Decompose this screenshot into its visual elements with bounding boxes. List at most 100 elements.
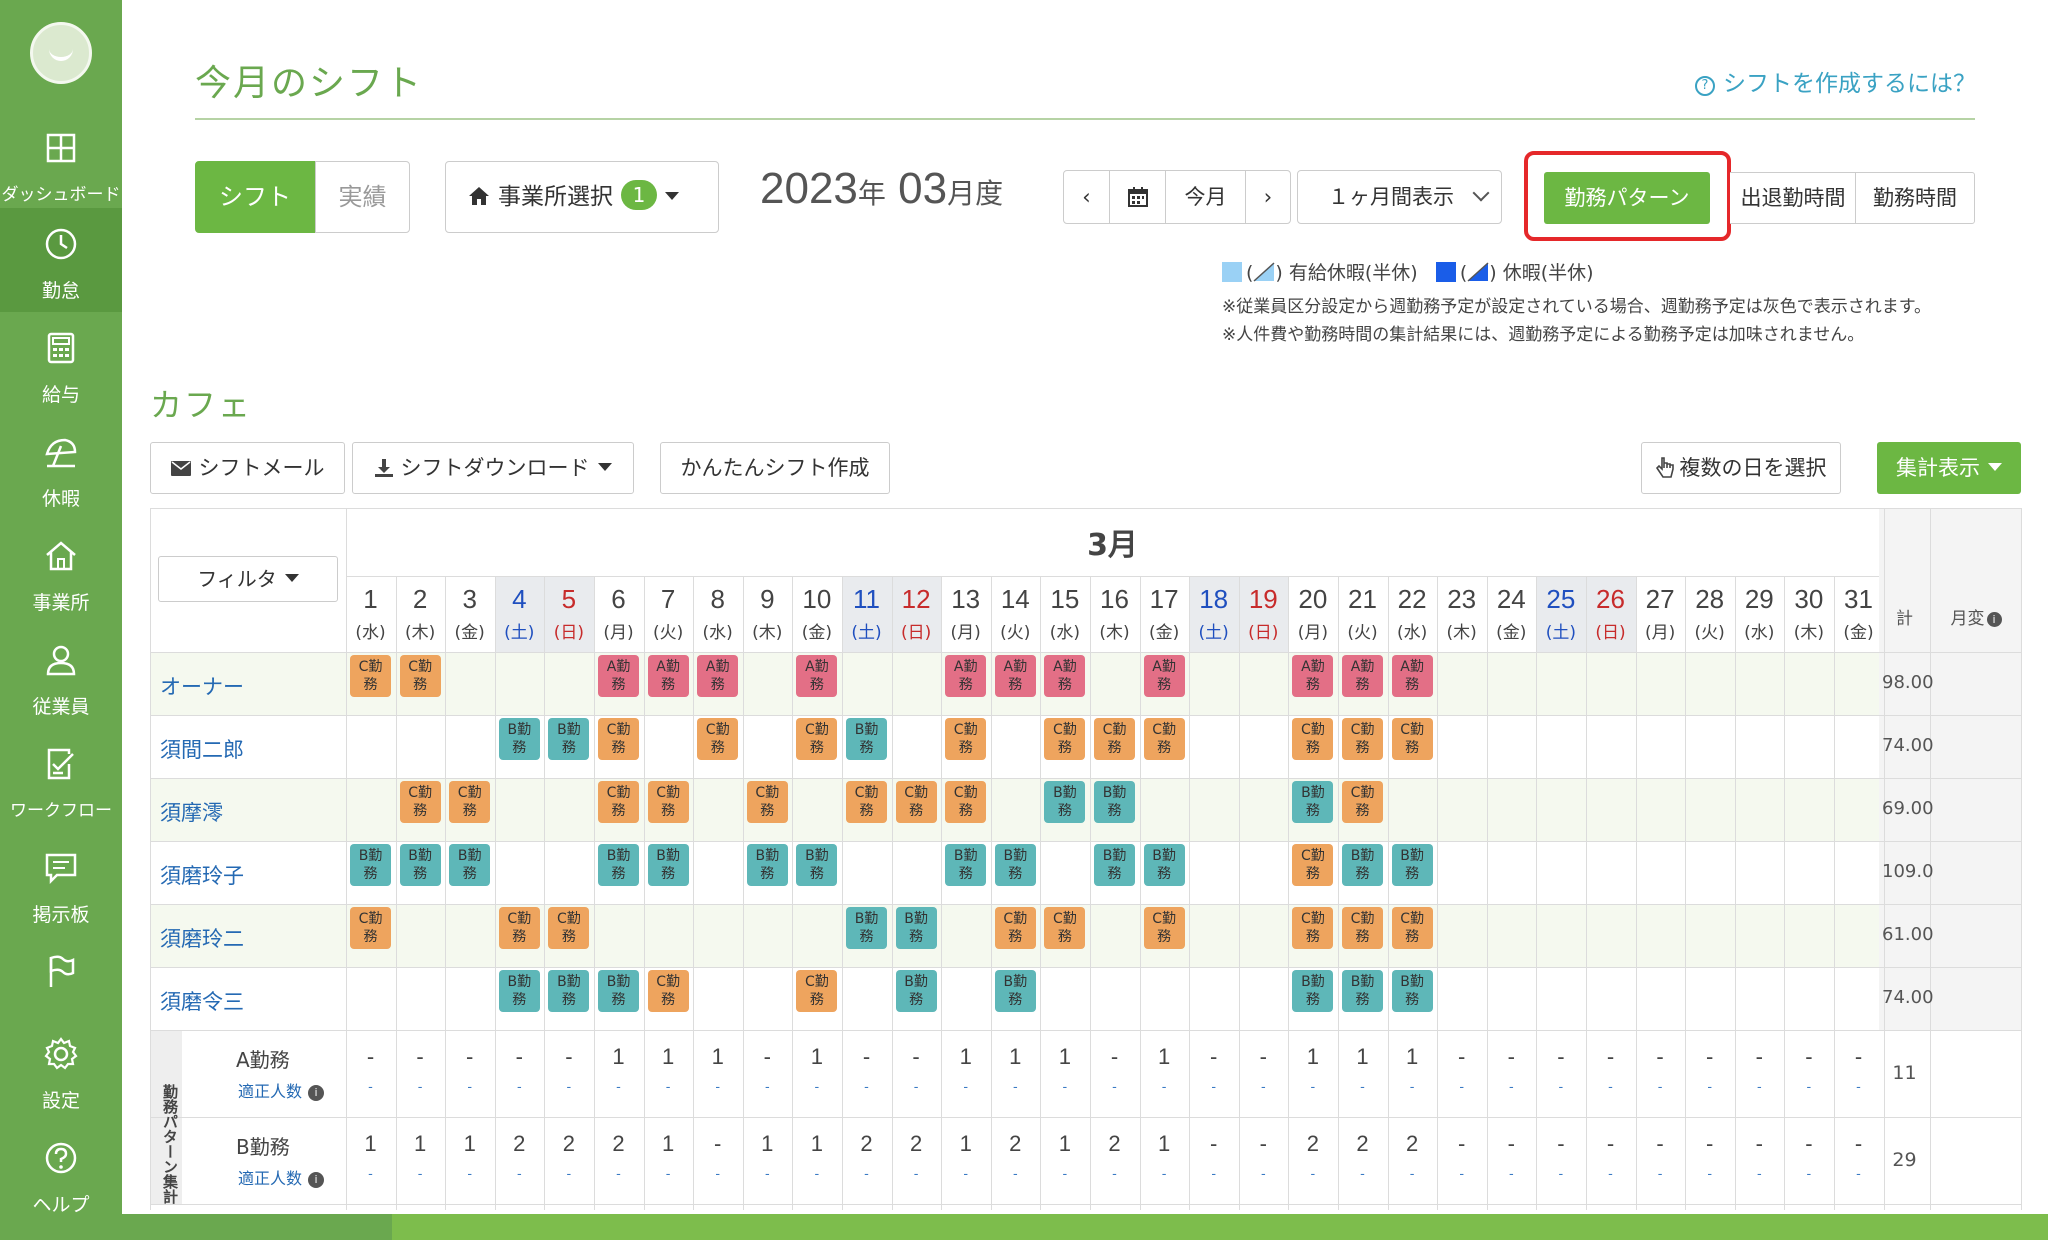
sidebar-item-chat[interactable]: 掲示板 bbox=[0, 832, 122, 936]
shift-badge-c[interactable]: C勤務 bbox=[796, 718, 838, 760]
sidebar-item-home[interactable]: 事業所 bbox=[0, 520, 122, 624]
calendar-button[interactable] bbox=[1110, 171, 1166, 223]
sidebar-item-gear[interactable]: 設定 bbox=[0, 1018, 122, 1122]
select-multiple-days-button[interactable]: 複数の日を選択 bbox=[1641, 442, 1841, 494]
shift-badge-c[interactable]: C勤務 bbox=[945, 718, 987, 760]
shift-badge-a[interactable]: A勤務 bbox=[647, 655, 689, 697]
shift-badge-b[interactable]: B勤務 bbox=[945, 844, 987, 886]
shift-badge-b[interactable]: B勤務 bbox=[548, 970, 590, 1012]
shift-badge-a[interactable]: A勤務 bbox=[1044, 655, 1086, 697]
office-select-dropdown[interactable]: 事業所選択 1 bbox=[445, 161, 719, 233]
shift-badge-b[interactable]: B勤務 bbox=[350, 844, 391, 886]
shift-badge-b[interactable]: B勤務 bbox=[1292, 970, 1334, 1012]
shift-badge-c[interactable]: C勤務 bbox=[1342, 907, 1383, 949]
shift-badge-a[interactable]: A勤務 bbox=[598, 655, 639, 697]
shift-badge-c[interactable]: C勤務 bbox=[350, 655, 391, 697]
shift-badge-c[interactable]: C勤務 bbox=[350, 907, 391, 949]
shift-badge-c[interactable]: C勤務 bbox=[598, 718, 639, 760]
shift-badge-a[interactable]: A勤務 bbox=[1342, 655, 1383, 697]
shift-badge-b[interactable]: B勤務 bbox=[399, 844, 441, 886]
info-icon[interactable]: i bbox=[308, 1172, 325, 1188]
shift-badge-c[interactable]: C勤務 bbox=[796, 970, 838, 1012]
shift-badge-c[interactable]: C勤務 bbox=[598, 781, 639, 823]
shift-badge-c[interactable]: C勤務 bbox=[399, 655, 441, 697]
shift-badge-c[interactable]: C勤務 bbox=[1143, 718, 1185, 760]
shift-badge-b[interactable]: B勤務 bbox=[746, 844, 788, 886]
sidebar-item-help[interactable]: ヘルプ bbox=[0, 1122, 122, 1226]
scrollbar-thumb[interactable] bbox=[122, 1214, 392, 1240]
filter-dropdown[interactable]: フィルタ bbox=[158, 556, 338, 602]
shift-badge-b[interactable]: B勤務 bbox=[498, 970, 540, 1012]
shift-badge-b[interactable]: B勤務 bbox=[994, 844, 1036, 886]
appropriate-staff-link[interactable]: 適正人数 i bbox=[238, 1165, 325, 1189]
shift-badge-b[interactable]: B勤務 bbox=[1094, 781, 1135, 823]
shift-badge-b[interactable]: B勤務 bbox=[1391, 970, 1433, 1012]
shift-badge-b[interactable]: B勤務 bbox=[1391, 844, 1433, 886]
clock-in-out-button[interactable]: 出退勤時間 bbox=[1730, 172, 1856, 224]
work-hours-button[interactable]: 勤務時間 bbox=[1855, 172, 1975, 224]
shift-badge-c[interactable]: C勤務 bbox=[846, 781, 887, 823]
employee-name-link[interactable]: 須磨令三 bbox=[160, 986, 244, 1016]
shift-badge-b[interactable]: B勤務 bbox=[994, 970, 1036, 1012]
shift-badge-c[interactable]: C勤務 bbox=[449, 781, 491, 823]
employee-name-link[interactable]: オーナー bbox=[160, 671, 244, 701]
shift-badge-b[interactable]: B勤務 bbox=[647, 844, 689, 886]
tab-actual[interactable]: 実績 bbox=[315, 161, 410, 233]
prev-month-button[interactable]: ‹ bbox=[1064, 171, 1110, 223]
shift-badge-c[interactable]: C勤務 bbox=[548, 907, 590, 949]
shift-badge-c[interactable]: C勤務 bbox=[1342, 718, 1383, 760]
period-select[interactable]: １ヶ月間表示 bbox=[1297, 170, 1502, 224]
shift-badge-b[interactable]: B勤務 bbox=[548, 718, 590, 760]
shift-download-button[interactable]: シフトダウンロード bbox=[352, 442, 634, 494]
shift-badge-b[interactable]: B勤務 bbox=[1044, 781, 1086, 823]
shift-badge-c[interactable]: C勤務 bbox=[399, 781, 441, 823]
shift-badge-c[interactable]: C勤務 bbox=[1094, 718, 1135, 760]
easy-shift-button[interactable]: かんたんシフト作成 bbox=[660, 442, 890, 494]
employee-name-link[interactable]: 須磨玲子 bbox=[160, 860, 244, 890]
sidebar-item-checklist[interactable]: ワークフロー bbox=[0, 728, 122, 832]
sidebar-item-dashboard[interactable]: ダッシュボード bbox=[0, 112, 122, 216]
shift-badge-c[interactable]: C勤務 bbox=[1391, 907, 1433, 949]
help-link[interactable]: ? シフトを作成するには？ bbox=[1695, 64, 1976, 98]
shift-badge-c[interactable]: C勤務 bbox=[1292, 907, 1334, 949]
sidebar-item-umbrella[interactable]: 休暇 bbox=[0, 416, 122, 520]
shift-badge-b[interactable]: B勤務 bbox=[598, 970, 639, 1012]
shift-badge-c[interactable]: C勤務 bbox=[895, 781, 937, 823]
shift-badge-b[interactable]: B勤務 bbox=[1143, 844, 1185, 886]
shift-badge-a[interactable]: A勤務 bbox=[1292, 655, 1334, 697]
shift-badge-a[interactable]: A勤務 bbox=[1143, 655, 1185, 697]
sidebar-item-calculator[interactable]: 給与 bbox=[0, 312, 122, 416]
employee-name-link[interactable]: 須摩澪 bbox=[160, 797, 223, 827]
shift-badge-a[interactable]: A勤務 bbox=[796, 655, 838, 697]
shift-badge-b[interactable]: B勤務 bbox=[895, 970, 937, 1012]
shift-badge-b[interactable]: B勤務 bbox=[1292, 781, 1334, 823]
shift-mail-button[interactable]: シフトメール bbox=[150, 442, 345, 494]
shift-badge-b[interactable]: B勤務 bbox=[1342, 844, 1383, 886]
shift-badge-c[interactable]: C勤務 bbox=[697, 718, 739, 760]
shift-badge-b[interactable]: B勤務 bbox=[846, 907, 887, 949]
shift-badge-a[interactable]: A勤務 bbox=[697, 655, 739, 697]
employee-name-link[interactable]: 須間二郎 bbox=[160, 734, 244, 764]
appropriate-staff-link[interactable]: 適正人数 i bbox=[238, 1078, 325, 1102]
shift-badge-b[interactable]: B勤務 bbox=[1342, 970, 1383, 1012]
sidebar-item-clock[interactable]: 勤怠 bbox=[0, 208, 122, 312]
horizontal-scrollbar[interactable] bbox=[122, 1214, 2048, 1240]
shift-badge-c[interactable]: C勤務 bbox=[647, 781, 689, 823]
shift-badge-c[interactable]: C勤務 bbox=[1292, 718, 1334, 760]
shift-badge-c[interactable]: C勤務 bbox=[1342, 781, 1383, 823]
shift-badge-b[interactable]: B勤務 bbox=[598, 844, 639, 886]
shift-badge-b[interactable]: B勤務 bbox=[1094, 844, 1135, 886]
shift-badge-b[interactable]: B勤務 bbox=[498, 718, 540, 760]
app-logo[interactable] bbox=[30, 22, 92, 84]
shift-badge-a[interactable]: A勤務 bbox=[945, 655, 987, 697]
shift-badge-c[interactable]: C勤務 bbox=[746, 781, 788, 823]
employee-name-link[interactable]: 須磨玲二 bbox=[160, 923, 244, 953]
shift-badge-c[interactable]: C勤務 bbox=[945, 781, 987, 823]
shift-badge-c[interactable]: C勤務 bbox=[994, 907, 1036, 949]
shift-badge-b[interactable]: B勤務 bbox=[796, 844, 838, 886]
shift-badge-c[interactable]: C勤務 bbox=[498, 907, 540, 949]
sidebar-item-person[interactable]: 従業員 bbox=[0, 624, 122, 728]
next-month-button[interactable]: › bbox=[1246, 171, 1290, 223]
shift-badge-c[interactable]: C勤務 bbox=[1143, 907, 1185, 949]
shift-badge-c[interactable]: C勤務 bbox=[1044, 907, 1086, 949]
